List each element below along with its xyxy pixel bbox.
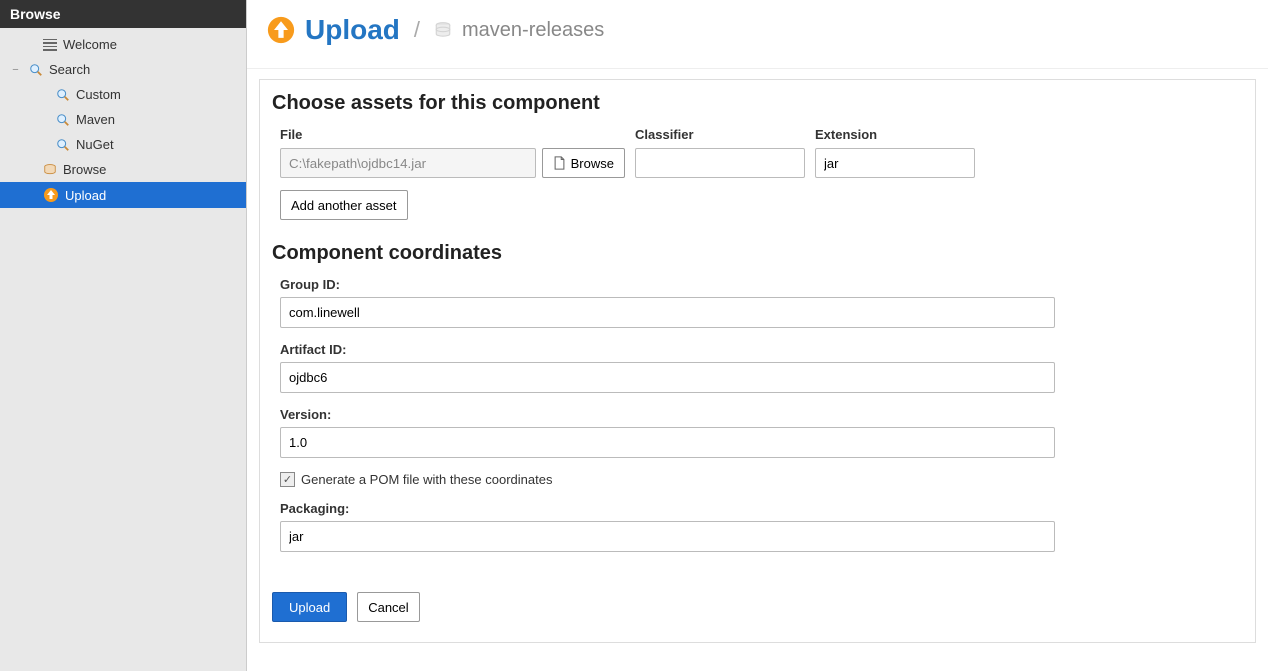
version-label: Version:: [280, 407, 1243, 422]
artifact-id-label: Artifact ID:: [280, 342, 1243, 357]
artifact-id-input[interactable]: [280, 362, 1055, 393]
nav-tree: − Welcome − Search Custom Maven NuGet: [0, 28, 246, 212]
version-input[interactable]: [280, 427, 1055, 458]
extension-label: Extension: [815, 127, 975, 142]
sidebar-item-label: Browse: [63, 162, 106, 177]
add-another-asset-label: Add another asset: [291, 198, 397, 213]
cancel-button-label: Cancel: [368, 600, 408, 615]
upload-button[interactable]: Upload: [272, 592, 347, 622]
breadcrumb-separator: /: [414, 17, 420, 43]
sidebar-item-label: NuGet: [76, 137, 114, 152]
coordinates-section-title: Component coordinates: [272, 242, 1243, 265]
magnify-icon: [56, 88, 70, 102]
sidebar-item-custom[interactable]: Custom: [0, 82, 246, 107]
page-title: Upload: [305, 14, 400, 46]
tree-collapse-icon[interactable]: −: [10, 64, 21, 76]
main-panel: Upload / maven-releases Choose assets fo…: [247, 0, 1268, 671]
database-icon: [434, 21, 452, 39]
browse-button[interactable]: Browse: [542, 148, 625, 178]
checkbox-icon: ✓: [280, 472, 295, 487]
sidebar-item-nuget[interactable]: NuGet: [0, 132, 246, 157]
magnify-icon: [29, 63, 43, 77]
sidebar: Browse − Welcome − Search Custom Maven: [0, 0, 247, 671]
group-id-label: Group ID:: [280, 277, 1243, 292]
main-header: Upload / maven-releases: [247, 0, 1268, 69]
database-icon: [43, 163, 57, 177]
sidebar-item-browse[interactable]: − Browse: [0, 157, 246, 182]
browse-button-label: Browse: [571, 156, 614, 171]
magnify-icon: [56, 113, 70, 127]
generate-pom-checkbox-row[interactable]: ✓ Generate a POM file with these coordin…: [272, 472, 1243, 487]
sidebar-item-label: Maven: [76, 112, 115, 127]
breadcrumb-repo: maven-releases: [462, 19, 604, 42]
group-id-input[interactable]: [280, 297, 1055, 328]
file-path-field: [280, 148, 536, 178]
sidebar-header: Browse: [0, 0, 246, 28]
document-icon: [553, 156, 566, 170]
classifier-input[interactable]: [635, 148, 805, 178]
upload-icon: [267, 16, 295, 44]
sidebar-item-search[interactable]: − Search: [0, 57, 246, 82]
sidebar-item-label: Custom: [76, 87, 121, 102]
upload-form: Choose assets for this component File Br…: [259, 79, 1256, 643]
sidebar-item-label: Search: [49, 62, 90, 77]
cancel-button[interactable]: Cancel: [357, 592, 419, 622]
sidebar-item-welcome[interactable]: − Welcome: [0, 32, 246, 57]
generate-pom-label: Generate a POM file with these coordinat…: [301, 472, 552, 487]
magnify-icon: [56, 138, 70, 152]
file-label: File: [280, 127, 625, 142]
add-another-asset-button[interactable]: Add another asset: [280, 190, 408, 220]
lines-icon: [43, 38, 57, 52]
upload-icon: [43, 187, 59, 203]
sidebar-item-label: Upload: [65, 188, 106, 203]
sidebar-item-maven[interactable]: Maven: [0, 107, 246, 132]
assets-section-title: Choose assets for this component: [272, 92, 1243, 115]
upload-button-label: Upload: [289, 600, 330, 615]
sidebar-item-label: Welcome: [63, 37, 117, 52]
packaging-input[interactable]: [280, 521, 1055, 552]
extension-input[interactable]: [815, 148, 975, 178]
sidebar-item-upload[interactable]: − Upload: [0, 182, 246, 208]
classifier-label: Classifier: [635, 127, 805, 142]
packaging-label: Packaging:: [280, 501, 1243, 516]
